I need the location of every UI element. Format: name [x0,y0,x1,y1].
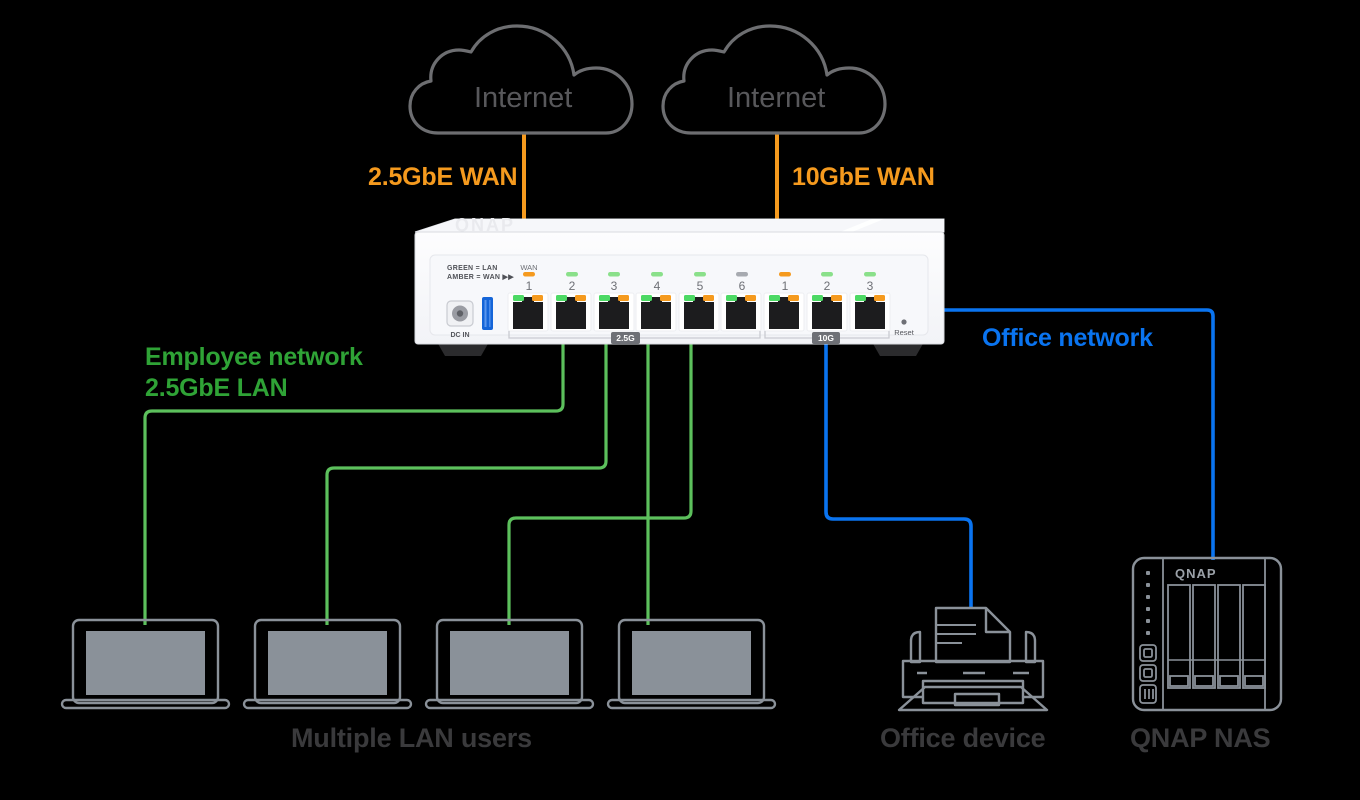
nas-drive-bays [1167,584,1266,689]
label-wan-10g: 10GbE WAN [792,163,935,191]
laptop-2[interactable] [242,618,413,710]
label-wan-25g: 2.5GbE WAN [368,163,518,191]
printer-paper-lines [936,624,976,644]
laptop-1[interactable] [60,618,231,710]
network-diagram: Internet Internet QNAP 1 2 3 4 5 6 1 2 3… [0,0,1360,800]
printer-side-right [1024,630,1037,664]
nas-front-buttons [1139,644,1157,704]
printer-device[interactable] [897,606,1049,712]
nas-brand-logo: QNAP [1175,566,1217,581]
nas-device[interactable]: QNAP [1131,556,1283,712]
label-employee-network: Employee network 2.5GbE LAN [145,342,363,404]
printer-side-left [909,630,922,664]
label-office-device: Office device [880,723,1046,753]
label-qnap-nas: QNAP NAS [1130,723,1271,753]
label-multiple-lan-users: Multiple LAN users [291,723,532,753]
laptop-4[interactable] [606,618,777,710]
laptop-3[interactable] [424,618,595,710]
label-office-network: Office network [982,324,1153,352]
printer-output-slot [921,679,1025,705]
nas-status-leds [1146,571,1150,635]
label-employee-network-line2: 2.5GbE LAN [145,374,288,402]
label-employee-network-line1: Employee network [145,343,363,371]
